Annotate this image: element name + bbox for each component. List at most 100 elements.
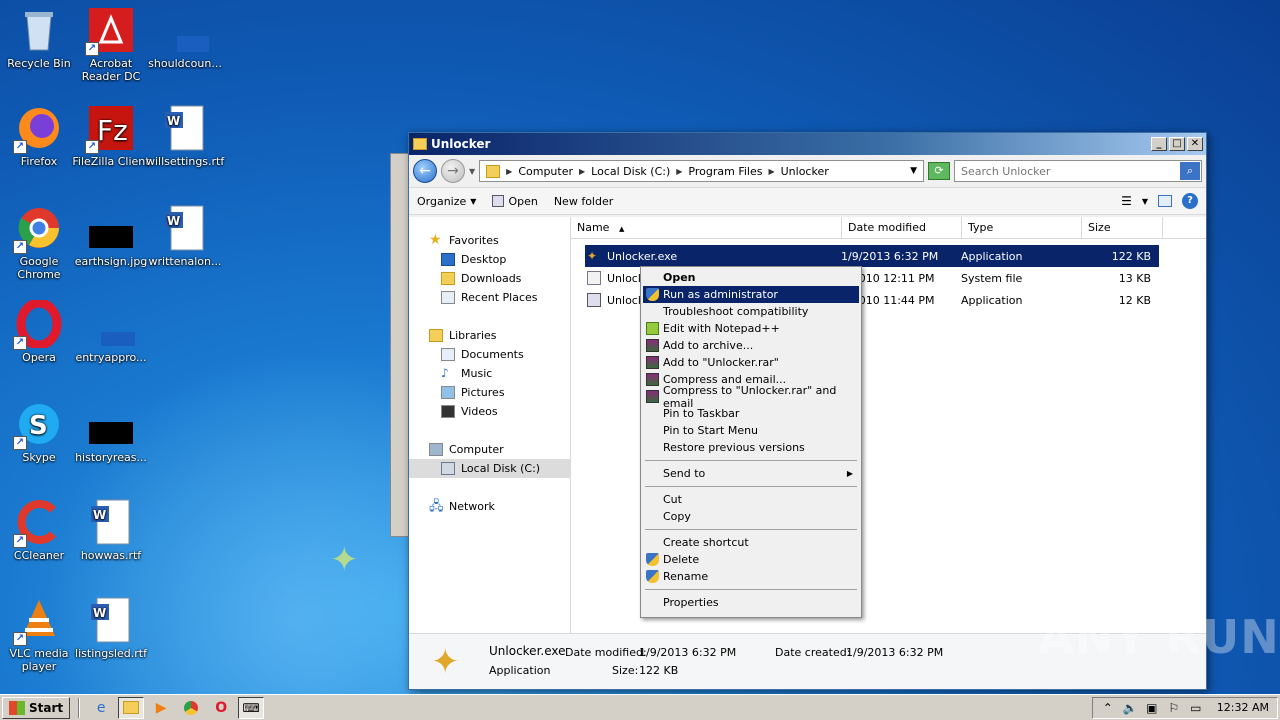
details-size: 122 KB (639, 664, 679, 677)
title-bar[interactable]: Unlocker _ □ ✕ (409, 133, 1206, 155)
menu-item-pin-to-taskbar[interactable]: Pin to Taskbar (643, 405, 859, 422)
show-hidden-icons-icon[interactable]: ⌃ (1101, 701, 1115, 715)
column-header-name[interactable]: Name ▲ (571, 217, 842, 238)
recent-pages-dropdown[interactable]: ▼ (469, 167, 475, 176)
desktop-icon-chrome[interactable]: ↗ Google Chrome (0, 204, 78, 281)
column-header-type[interactable]: Type (962, 217, 1082, 238)
action-center-flag-icon[interactable]: ⚐ (1167, 701, 1181, 715)
nav-local-disk[interactable]: Local Disk (C:) (409, 459, 570, 478)
desktop-icon-filezilla[interactable]: Fz ↗ FileZilla Client (72, 104, 150, 168)
unlocker-task-icon[interactable]: ⌨ (238, 696, 265, 719)
menu-item-copy[interactable]: Copy (643, 508, 859, 525)
nav-desktop[interactable]: Desktop (409, 250, 570, 269)
search-icon[interactable]: ⌕ (1180, 162, 1200, 180)
organize-button[interactable]: Organize ▼ (417, 195, 476, 208)
organize-label: Organize (417, 194, 467, 208)
shortcut-arrow-icon: ↗ (13, 632, 27, 646)
desktop-icon-firefox[interactable]: ↗ Firefox (0, 104, 78, 168)
breadcrumb-unlocker[interactable]: Unlocker (781, 165, 829, 178)
table-row[interactable]: ✦ Unlocker.exe 1/9/2013 6:32 PM Applicat… (585, 245, 1159, 267)
menu-item-add-to-archive[interactable]: Add to archive... (643, 337, 859, 354)
nav-recent-places[interactable]: Recent Places (409, 288, 570, 307)
desktop-icon-shouldcoun[interactable]: shouldcoun... (146, 6, 224, 70)
network-status-icon[interactable]: ▣ (1145, 701, 1159, 715)
desktop-icon-skype[interactable]: S ↗ Skype (0, 400, 78, 464)
menu-item-properties[interactable]: Properties (643, 594, 859, 611)
desktop-icon-willsettings[interactable]: W willsettings.rtf (146, 104, 224, 168)
media-player-icon[interactable]: ▶ (148, 697, 174, 719)
forward-button[interactable]: → (441, 159, 465, 183)
nav-libraries[interactable]: Libraries (409, 326, 570, 345)
breadcrumb-computer[interactable]: Computer (518, 165, 573, 178)
menu-item-add-to-rar[interactable]: Add to "Unlocker.rar" (643, 354, 859, 371)
column-header-size[interactable]: Size (1082, 217, 1163, 238)
breadcrumb-separator-icon[interactable]: ▶ (579, 167, 585, 176)
maximize-button[interactable]: □ (1169, 137, 1185, 151)
menu-item-edit-with-notepad[interactable]: Edit with Notepad++ (643, 320, 859, 337)
nav-videos[interactable]: Videos (409, 402, 570, 421)
close-button[interactable]: ✕ (1187, 137, 1203, 151)
refresh-button[interactable]: ⟳ (928, 162, 950, 180)
view-options-icon[interactable]: ☰ (1121, 194, 1132, 208)
internet-explorer-icon[interactable]: e (88, 697, 114, 719)
address-dropdown-icon[interactable]: ▼ (910, 166, 917, 176)
search-input[interactable] (961, 164, 1161, 178)
menu-item-create-shortcut[interactable]: Create shortcut (643, 534, 859, 551)
menu-item-label: Add to "Unlocker.rar" (663, 356, 779, 369)
new-folder-button[interactable]: New folder (554, 195, 613, 208)
desktop-icon-listingsled[interactable]: W listingsled.rtf (72, 596, 150, 660)
chrome-icon[interactable] (178, 697, 204, 719)
help-icon[interactable]: ? (1182, 193, 1198, 209)
menu-item-restore-previous-versions[interactable]: Restore previous versions (643, 439, 859, 456)
menu-item-run-as-administrator[interactable]: Run as administrator (643, 286, 859, 303)
word-doc-icon: W (87, 596, 135, 644)
nav-pictures[interactable]: Pictures (409, 383, 570, 402)
desktop-icon-entryappro[interactable]: entryappro... (72, 300, 150, 364)
menu-item-delete[interactable]: Delete (643, 551, 859, 568)
chevron-down-icon[interactable]: ▼ (1142, 197, 1148, 206)
breadcrumb-program-files[interactable]: Program Files (688, 165, 762, 178)
windows-explorer-icon[interactable] (118, 696, 145, 719)
uac-shield-icon (646, 288, 659, 301)
desktop-icon-ccleaner[interactable]: ↗ CCleaner (0, 498, 78, 562)
menu-item-compress-to-rar-and-email[interactable]: Compress to "Unlocker.rar" and email (643, 384, 859, 410)
nav-documents[interactable]: Documents (409, 345, 570, 364)
start-button[interactable]: Start (2, 696, 71, 719)
desktop-icon-earthsign[interactable]: earthsign.jpg (72, 204, 150, 268)
speaker-icon[interactable]: 🔈 (1123, 701, 1138, 715)
desktop-icon-writtenalon[interactable]: W writtenalon... (146, 204, 224, 268)
preview-pane-icon[interactable] (1158, 195, 1172, 207)
opera-icon[interactable]: O (208, 697, 234, 719)
menu-item-cut[interactable]: Cut (643, 491, 859, 508)
nav-music[interactable]: ♪ Music (409, 364, 570, 383)
desktop-icon-recycle-bin[interactable]: Recycle Bin (0, 6, 78, 70)
nav-favorites[interactable]: ★ Favorites (409, 231, 570, 250)
minimize-button[interactable]: _ (1151, 137, 1167, 151)
menu-item-pin-to-start-menu[interactable]: Pin to Start Menu (643, 422, 859, 439)
breadcrumb-local-disk[interactable]: Local Disk (C:) (591, 165, 670, 178)
desktop-icon-howwas[interactable]: W howwas.rtf (72, 498, 150, 562)
breadcrumb-separator-icon[interactable]: ▶ (768, 167, 774, 176)
desktop-icon-vlc[interactable]: ↗ VLC media player (0, 596, 78, 673)
desktop-icon-historyreas[interactable]: historyreas... (72, 400, 150, 464)
monitor-icon[interactable]: ▭ (1189, 701, 1203, 715)
nav-network[interactable]: 🖧 Network (409, 497, 570, 516)
menu-item-rename[interactable]: Rename (643, 568, 859, 585)
nav-downloads[interactable]: Downloads (409, 269, 570, 288)
breadcrumb[interactable]: ▶ Computer ▶ Local Disk (C:) ▶ Program F… (479, 160, 924, 182)
downloads-folder-icon (441, 272, 455, 285)
open-button[interactable]: Open (492, 195, 538, 208)
column-header-date[interactable]: Date modified (842, 217, 962, 238)
details-date-created: 1/9/2013 6:32 PM (846, 646, 944, 659)
desktop-icon-acrobat[interactable]: ↗ Acrobat Reader DC (72, 6, 150, 83)
background-window[interactable] (390, 153, 410, 537)
clock[interactable]: 12:32 AM (1217, 701, 1269, 714)
filezilla-icon: Fz ↗ (85, 104, 135, 154)
menu-item-send-to[interactable]: Send to ▶ (643, 465, 859, 482)
desktop-icon-opera[interactable]: ↗ Opera (0, 298, 78, 364)
menu-item-open[interactable]: Open (643, 269, 859, 286)
nav-computer[interactable]: Computer (409, 440, 570, 459)
breadcrumb-separator-icon[interactable]: ▶ (676, 167, 682, 176)
back-button[interactable]: ← (413, 159, 437, 183)
menu-item-troubleshoot-compatibility[interactable]: Troubleshoot compatibility (643, 303, 859, 320)
